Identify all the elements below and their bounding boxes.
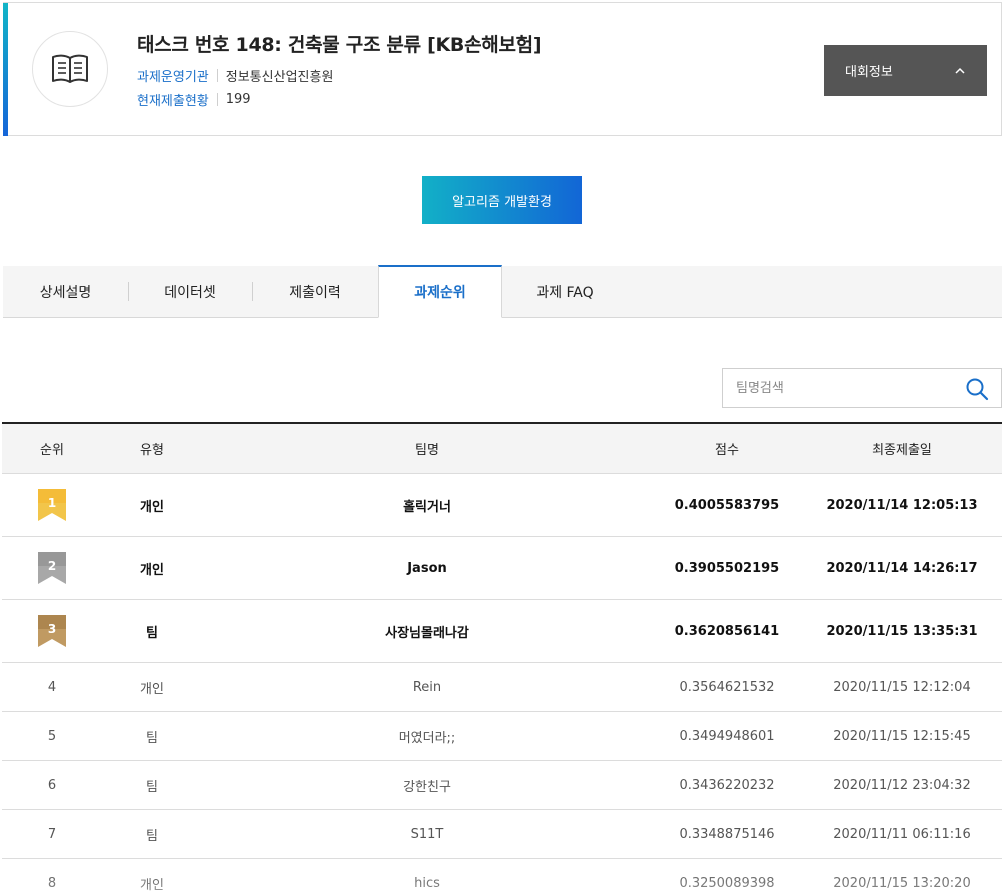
rank-number: 2 [47,559,57,573]
meta-submission-count: 현재제출현황 199 [137,90,251,109]
meta-organizer-value: 정보통신산업진흥원 [225,70,334,85]
type-cell: 팀 [146,828,158,844]
team-search-box [722,368,1002,408]
score-cell: 0.3250089398 [679,875,775,891]
header-team: 팀명 [415,443,439,458]
score-cell: 0.3348875146 [679,826,775,842]
header-last-submitted: 최종제출일 [872,443,932,458]
book-icon [52,54,88,83]
date-cell: 2020/11/14 14:26:17 [826,560,978,576]
algorithm-environment-button[interactable]: 알고리즘 개발환경 [422,176,582,224]
team-cell: S11T [410,826,444,842]
score-cell: 0.4005583795 [674,497,780,513]
meta-divider [216,93,218,106]
type-cell: 개인 [140,499,164,515]
task-icon-circle [32,31,108,107]
accent-bar [3,3,8,136]
team-cell: hics [414,875,440,891]
search-icon[interactable] [965,377,989,401]
rank-cell: 3 [2,600,102,662]
table-row: 1 개인 홀릭거너 0.4005583795 2020/11/14 12:05:… [2,474,1002,537]
type-cell: 개인 [140,562,164,578]
team-cell: Jason [407,560,447,576]
table-row: 3 팀 사장님몰래나감 0.3620856141 2020/11/15 13:3… [2,600,1002,663]
table-row: 7 팀 S11T 0.3348875146 2020/11/11 06:11:1… [2,810,1002,859]
date-cell: 2020/11/14 12:05:13 [826,497,978,513]
task-header-card: 태스크 번호 148: 건축물 구조 분류 [KB손해보험] 과제운영기관 정보… [3,2,1002,136]
competition-info-label: 대회정보 [845,65,893,80]
score-cell: 0.3494948601 [679,728,775,744]
task-title: 태스크 번호 148: 건축물 구조 분류 [KB손해보험] [137,34,542,56]
header-type: 유형 [140,443,164,458]
rank-number: 3 [47,622,57,636]
table-row: 2 개인 Jason 0.3905502195 2020/11/14 14:26… [2,537,1002,600]
leaderboard-table: 순위 유형 팀명 점수 최종제출일 1 개인 홀릭거너 0.4005583795… [2,422,1002,895]
table-header: 순위 유형 팀명 점수 최종제출일 [2,424,1002,474]
header-rank: 순위 [40,443,64,458]
rank-cell: 5 [47,728,57,744]
team-cell: 강한친구 [403,779,451,795]
team-cell: Rein [412,679,442,695]
date-cell: 2020/11/15 12:15:45 [833,728,971,744]
meta-submission-key: 현재제출현황 [137,94,209,109]
team-cell: 홀릭거너 [403,499,451,515]
rank-cell: 1 [2,474,102,536]
meta-organizer-key: 과제운영기관 [137,70,209,85]
tab-dataset[interactable]: 데이터셋 [128,266,252,318]
task-tabs: 상세설명 데이터셋 제출이력 과제순위 과제 FAQ [3,265,1002,318]
meta-organizer: 과제운영기관 정보통신산업진흥원 [137,66,333,85]
gold-medal-icon: 1 [38,489,66,521]
date-cell: 2020/11/15 13:20:20 [833,875,971,891]
date-cell: 2020/11/15 12:12:04 [833,679,971,695]
rank-cell: 7 [47,826,57,842]
silver-medal-icon: 2 [38,552,66,584]
tab-description[interactable]: 상세설명 [3,266,128,318]
header-score: 점수 [715,443,739,458]
type-cell: 개인 [140,681,164,697]
score-cell: 0.3436220232 [679,777,775,793]
rank-cell: 4 [47,679,57,695]
meta-divider [216,69,218,82]
table-row: 6 팀 강한친구 0.3436220232 2020/11/12 23:04:3… [2,761,1002,810]
tab-leaderboard[interactable]: 과제순위 [378,265,502,318]
score-cell: 0.3564621532 [679,679,775,695]
type-cell: 팀 [146,730,158,746]
type-cell: 팀 [146,779,158,795]
rank-number: 1 [47,496,57,510]
date-cell: 2020/11/15 13:35:31 [826,623,978,639]
score-cell: 0.3620856141 [674,623,780,639]
table-row: 4 개인 Rein 0.3564621532 2020/11/15 12:12:… [2,663,1002,712]
team-search-input[interactable] [723,369,953,407]
meta-submission-value: 199 [225,92,251,107]
date-cell: 2020/11/12 23:04:32 [833,777,971,793]
bronze-medal-icon: 3 [38,615,66,647]
rank-cell: 6 [47,777,57,793]
team-cell: 사장님몰래나감 [385,625,469,641]
type-cell: 개인 [140,877,164,893]
type-cell: 팀 [146,625,158,641]
date-cell: 2020/11/11 06:11:16 [833,826,971,842]
rank-cell: 8 [47,875,57,891]
chevron-up-icon [955,67,965,74]
tab-faq[interactable]: 과제 FAQ [502,266,628,318]
tab-submission-history[interactable]: 제출이력 [252,266,378,318]
table-row: 8 개인 hics 0.3250089398 2020/11/15 13:20:… [2,859,1002,895]
rank-cell: 2 [2,537,102,599]
team-cell: 머였더라;; [398,730,456,746]
table-row: 5 팀 머였더라;; 0.3494948601 2020/11/15 12:15… [2,712,1002,761]
score-cell: 0.3905502195 [674,560,780,576]
competition-info-button[interactable]: 대회정보 [824,45,987,96]
